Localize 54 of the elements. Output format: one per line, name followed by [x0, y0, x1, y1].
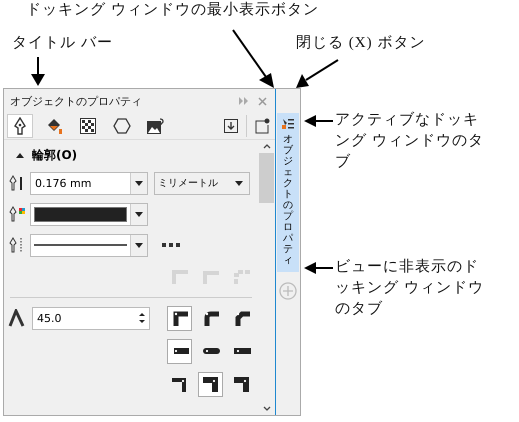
caret-icon: [135, 212, 143, 216]
hexagon-icon: [113, 117, 131, 135]
line-cap-button[interactable]: [167, 338, 192, 364]
corner-icon: [202, 270, 218, 284]
section-title: 輪郭(O): [32, 146, 78, 164]
checkerboard-icon: [80, 118, 96, 134]
corner-join-icon: [202, 310, 218, 326]
corner-join-icon: [234, 310, 250, 326]
scrollbar-thumb[interactable]: [259, 153, 274, 203]
miter-icon: [8, 309, 26, 327]
corner-icon: [234, 270, 250, 284]
width-field[interactable]: 0.176 mm: [30, 172, 148, 194]
corner-join-icon: [172, 310, 188, 326]
callout-label: アクティブなドッキング ウィンドウのタブ: [335, 110, 485, 172]
outline-position-button[interactable]: [198, 372, 223, 396]
caret-icon: [135, 242, 143, 248]
caret-icon: [235, 180, 243, 186]
outline-position-icon: [172, 376, 188, 392]
pen-nib-icon: [13, 117, 27, 135]
import-button[interactable]: [224, 119, 238, 133]
arrow: [232, 29, 274, 88]
caret-icon: [135, 180, 143, 186]
miter-limit-field[interactable]: 45.0: [32, 306, 150, 330]
spinner-arrows-icon: [139, 312, 145, 324]
chevron-down-icon[interactable]: [262, 406, 270, 411]
callout-label: ビューに非表示のドッキング ウィンドウのタブ: [335, 258, 485, 319]
new-window-button[interactable]: [255, 118, 271, 134]
properties-icon: [281, 117, 295, 131]
units-dropdown[interactable]: ミリメートル: [154, 172, 250, 194]
download-icon: [224, 119, 238, 133]
callout-label: ドッキング ウィンドウの最小表示ボタン: [26, 0, 319, 20]
arrow: [296, 59, 339, 88]
outline-position-icon: [202, 376, 218, 392]
docker-tab[interactable]: オブジェクトのプロパティ: [277, 113, 299, 272]
outline-position-icon: [234, 376, 250, 392]
caret-icon[interactable]: [16, 152, 24, 158]
pen-color-icon: [8, 205, 26, 223]
line-cap-icon: [202, 347, 220, 355]
corner-join-button[interactable]: [167, 306, 192, 330]
corner-icon: [172, 270, 188, 284]
callout-label: タイトル バー: [12, 34, 113, 53]
line-cap-icon: [232, 347, 250, 355]
window-icon: [255, 118, 271, 134]
arrow: [304, 115, 333, 127]
arrow: [31, 57, 45, 86]
line-style-picker[interactable]: [30, 234, 148, 256]
chevron-up-icon[interactable]: [262, 144, 270, 149]
window-title: オブジェクトのプロパティ: [10, 94, 143, 108]
color-picker[interactable]: [30, 202, 148, 226]
image-icon: [147, 118, 165, 134]
property-tab[interactable]: [7, 114, 33, 138]
arrow: [304, 262, 333, 274]
more-icon[interactable]: [162, 242, 180, 248]
callout-label: 閉じる (X) ボタン: [296, 34, 426, 53]
